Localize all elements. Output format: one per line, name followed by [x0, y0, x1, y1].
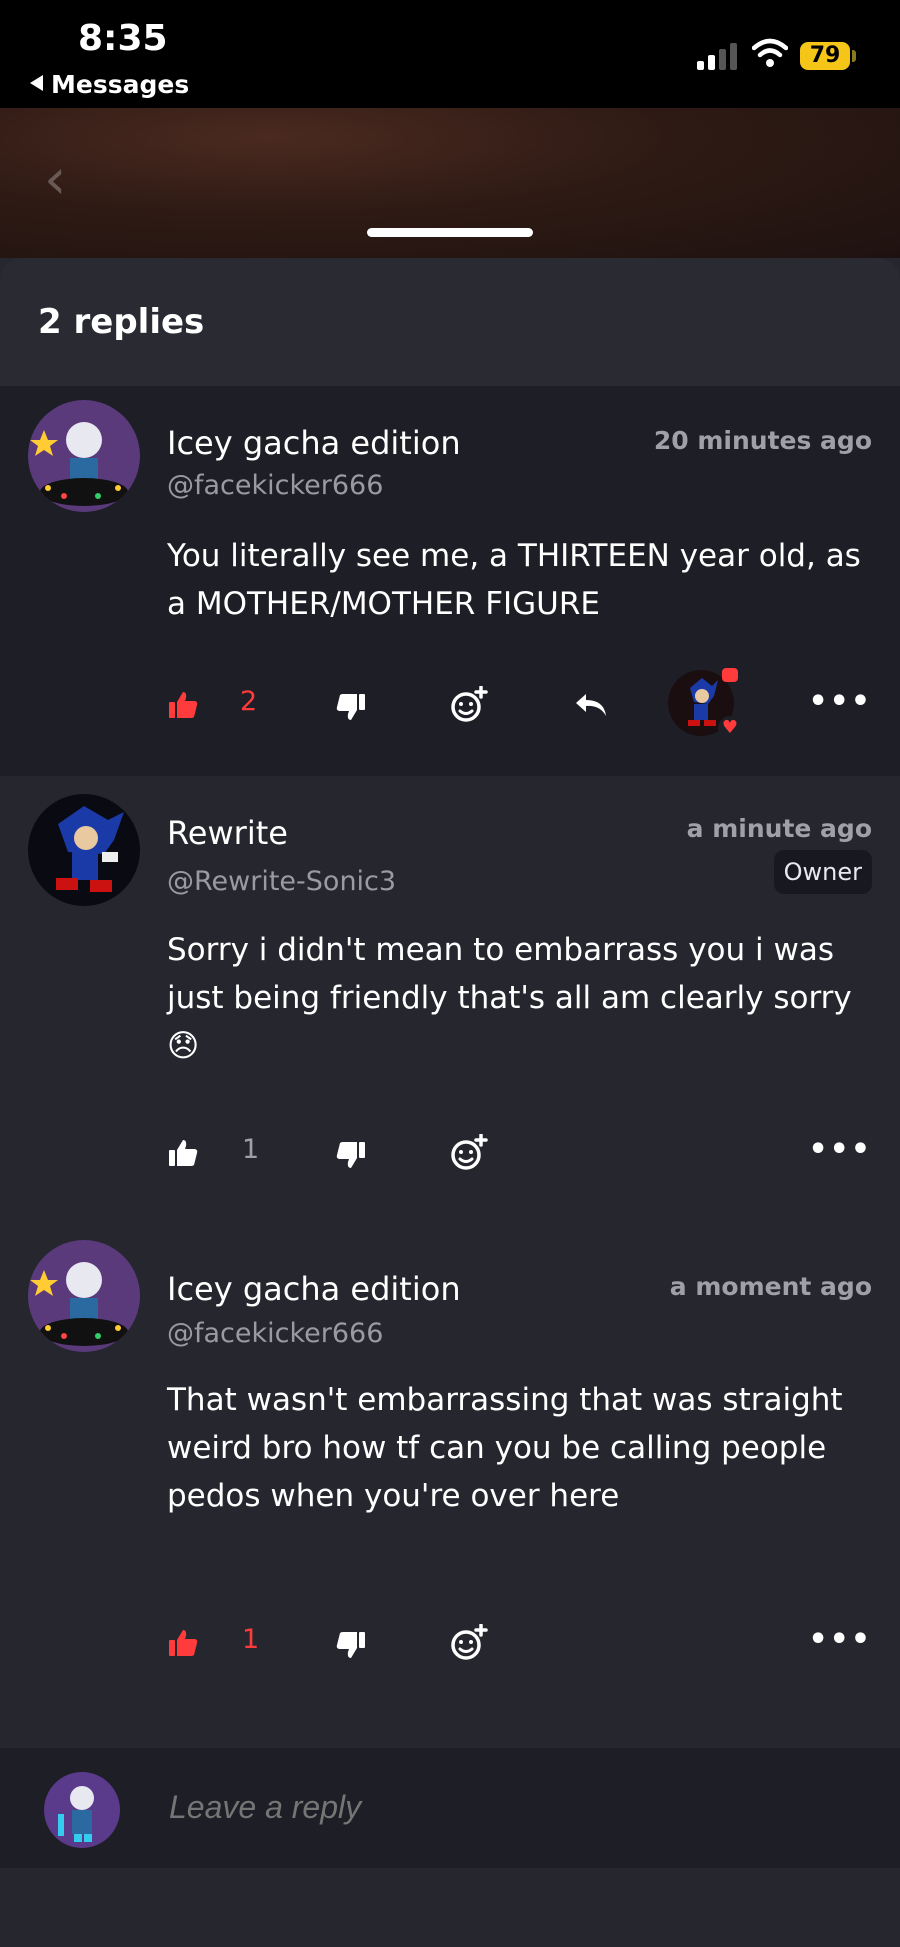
avatar[interactable]	[28, 400, 140, 512]
replies-header: 2 replies	[0, 258, 900, 386]
comment-item: Rewrite @Rewrite-Sonic3 a minute ago Own…	[0, 776, 900, 1226]
author-name[interactable]: Icey gacha edition	[167, 424, 461, 462]
comment-time: 20 minutes ago	[653, 426, 872, 455]
comment-body: That wasn't embarrassing that was straig…	[167, 1382, 843, 1514]
status-time: 8:35	[78, 18, 168, 59]
thumbs-down-icon[interactable]	[336, 1630, 366, 1660]
more-icon[interactable]: •••	[808, 1622, 872, 1657]
battery-level: 79	[809, 43, 841, 68]
current-user-avatar[interactable]	[44, 1772, 120, 1848]
add-reaction-icon[interactable]	[450, 686, 488, 724]
reply-composer	[0, 1748, 900, 1868]
reply-icon[interactable]	[574, 692, 608, 718]
author-name[interactable]: Icey gacha edition	[167, 1270, 461, 1308]
comment-body: Sorry i didn't mean to embarrass you i w…	[167, 932, 852, 1064]
back-to-messages-link[interactable]: Messages	[30, 70, 189, 99]
wifi-icon	[752, 38, 788, 67]
post-header-background: ‹	[0, 108, 900, 258]
like-count: 1	[242, 1624, 260, 1655]
replies-sheet: 2 replies Icey gacha edition @facekicker…	[0, 258, 900, 1947]
author-handle[interactable]: @facekicker666	[167, 470, 383, 501]
battery-icon: 79	[800, 42, 850, 70]
author-handle[interactable]: @Rewrite-Sonic3	[167, 866, 396, 897]
battery-tip	[852, 50, 856, 62]
cellular-signal-icon	[697, 42, 739, 70]
comment-time: a minute ago	[686, 814, 872, 843]
more-icon[interactable]: •••	[808, 1132, 872, 1167]
like-count: 1	[242, 1134, 260, 1165]
thumbs-up-icon[interactable]	[168, 1138, 198, 1168]
author-name[interactable]: Rewrite	[167, 814, 288, 852]
reply-input[interactable]	[167, 1788, 851, 1827]
sheet-drag-handle[interactable]	[367, 228, 533, 237]
comment-time: a moment ago	[669, 1272, 872, 1301]
back-triangle-icon	[30, 75, 43, 91]
avatar[interactable]	[28, 1240, 140, 1352]
back-to-messages-label: Messages	[51, 70, 190, 99]
comment-item: Icey gacha edition @facekicker666 20 min…	[0, 386, 900, 776]
owner-badge: Owner	[773, 850, 872, 894]
status-bar: 8:35 Messages 79	[0, 0, 900, 108]
thumbs-down-icon[interactable]	[336, 1140, 366, 1170]
comment-body: You literally see me, a THIRTEEN year ol…	[167, 538, 861, 622]
author-handle[interactable]: @facekicker666	[167, 1318, 383, 1349]
add-reaction-icon[interactable]	[450, 1624, 488, 1662]
chevron-left-icon[interactable]: ‹	[44, 152, 66, 208]
heart-icon: ♥	[718, 716, 742, 740]
thumbs-down-icon[interactable]	[336, 692, 366, 722]
comment-item: Icey gacha edition @facekicker666 a mome…	[0, 1226, 900, 1716]
more-icon[interactable]: •••	[808, 684, 872, 719]
thumbs-up-icon[interactable]	[168, 1628, 198, 1658]
add-reaction-icon[interactable]	[450, 1134, 488, 1172]
like-count: 2	[240, 686, 258, 717]
avatar[interactable]	[28, 794, 140, 906]
thumbs-up-icon[interactable]	[168, 690, 198, 720]
reactor-badge-icon	[722, 668, 738, 682]
bottom-safe-area	[0, 1868, 900, 1947]
replies-count: 2 replies	[38, 302, 205, 342]
